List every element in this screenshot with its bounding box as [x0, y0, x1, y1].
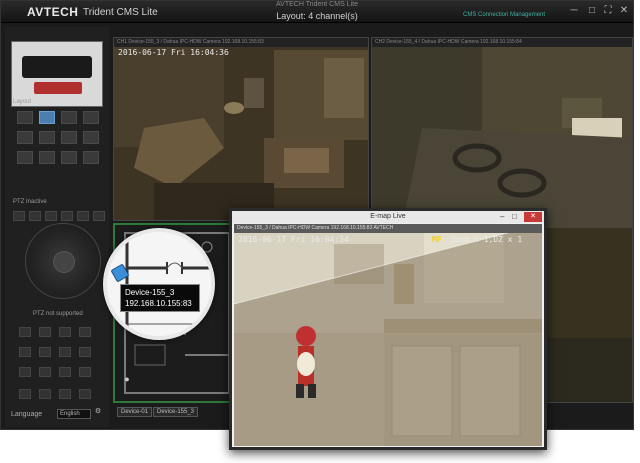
ptz-control-button[interactable]: [79, 347, 91, 357]
ptz-control-button[interactable]: [59, 367, 71, 377]
tooltip-device-ip: 192.168.10.155:83: [125, 299, 192, 308]
camera-icon[interactable]: ●: [121, 373, 133, 385]
settings-icon[interactable]: [79, 389, 91, 399]
device-tooltip: Device-155_3 192.168.10.155:83: [120, 284, 200, 312]
ptz-control-button[interactable]: [19, 327, 31, 337]
ptz-control-button[interactable]: [79, 367, 91, 377]
layout-25-button[interactable]: [83, 131, 99, 144]
window-title: AVTECH Trident CMS Lite: [276, 1, 358, 8]
ptz-control-button[interactable]: [19, 367, 31, 377]
ptz-patrol-button[interactable]: [29, 211, 41, 221]
minimize-icon[interactable]: –: [500, 212, 504, 222]
ptz-control-button[interactable]: [39, 367, 51, 377]
layout-section-label: Layout: [13, 99, 32, 105]
product-logo-panel: [11, 41, 103, 107]
ptz-control-button[interactable]: [59, 327, 71, 337]
screenshot-stage: AVTECH Trident CMS Lite AVTECH Trident C…: [0, 0, 640, 463]
close-icon[interactable]: ✕: [524, 212, 542, 222]
layout-4-button[interactable]: [39, 111, 55, 124]
layout-16-button[interactable]: [61, 131, 77, 144]
layout-6-button[interactable]: [61, 111, 77, 124]
fullscreen-icon[interactable]: ⛶: [601, 4, 615, 18]
close-icon[interactable]: ✕: [617, 4, 631, 18]
emap-live-window: E-map Live – □ ✕ Device-155_3 / Dahua IP…: [229, 208, 547, 450]
layout-fullscreen-button[interactable]: [61, 151, 77, 164]
layout-sequence-button[interactable]: [39, 151, 55, 164]
maximize-icon[interactable]: □: [512, 212, 517, 222]
ptz-control-button[interactable]: [79, 327, 91, 337]
tab-device-155-3[interactable]: Device-155_3: [153, 407, 199, 417]
snapshot-icon[interactable]: [19, 389, 31, 399]
ptz-control-button[interactable]: [39, 347, 51, 357]
ptz-status-text: PTZ not supported: [33, 311, 83, 317]
zoom-indicator: Zoom x 1,DZ x 1: [450, 235, 523, 244]
ptz-section-label: PTZ Inactive: [13, 199, 47, 205]
live-camera-scene: [234, 224, 542, 446]
camera-pane-ch1[interactable]: CH1 Device-155_3 / Dahua IPC-HDW Camera …: [113, 37, 369, 221]
audio-icon[interactable]: [59, 389, 71, 399]
gear-icon[interactable]: ⚙: [93, 407, 103, 417]
ptz-zoom-button[interactable]: [61, 211, 73, 221]
ptz-direction-dial[interactable]: [25, 223, 101, 299]
ptz-snapshot-button[interactable]: [93, 211, 105, 221]
layout-9-button[interactable]: [83, 111, 99, 124]
ptz-preset-button[interactable]: [13, 211, 25, 221]
ptz-control-button[interactable]: [39, 327, 51, 337]
tab-device-01[interactable]: Device-01: [117, 407, 153, 417]
ptz-control-button[interactable]: [19, 347, 31, 357]
emap-timestamp: 2016-06-17 Fri 16:04:34: [238, 235, 349, 244]
pane-timestamp: 2016-06-17 Fri 16:04:36: [118, 48, 229, 57]
mf-indicator: MF: [432, 235, 442, 244]
title-bar: AVTECH Trident CMS Lite AVTECH Trident C…: [1, 1, 633, 23]
language-label: Language: [11, 411, 43, 418]
living-room-scene: [114, 47, 368, 220]
layout-custom-button[interactable]: [83, 151, 99, 164]
ptz-control-button[interactable]: [59, 347, 71, 357]
maximize-icon[interactable]: □: [585, 4, 599, 18]
minimize-icon[interactable]: ─: [567, 4, 581, 18]
layout-1-button[interactable]: [17, 111, 33, 124]
layout-36-button[interactable]: [17, 151, 33, 164]
ptz-focus-button[interactable]: [77, 211, 89, 221]
connection-status-link[interactable]: CMS Connection Management: [463, 12, 545, 18]
camera-graphic: [22, 56, 92, 78]
layout-10-button[interactable]: [17, 131, 33, 144]
sidebar: Layout PTZ Inactive PTZ not supported: [5, 27, 109, 427]
emap-live-view[interactable]: Device-155_3 / Dahua IPC-HDW Camera 192.…: [234, 224, 542, 446]
logo-badge: [34, 82, 82, 94]
emap-title-bar: E-map Live: [232, 211, 544, 223]
record-icon[interactable]: [39, 389, 51, 399]
layout-13-button[interactable]: [39, 131, 55, 144]
tooltip-device-name: Device-155_3: [125, 288, 175, 297]
language-select[interactable]: English: [57, 409, 91, 419]
ptz-center-button[interactable]: [53, 251, 75, 273]
ptz-auto-button[interactable]: [45, 211, 57, 221]
emap-channel-header: Device-155_3 / Dahua IPC-HDW Camera 192.…: [234, 224, 542, 233]
emap-title: E-map Live: [370, 213, 406, 220]
